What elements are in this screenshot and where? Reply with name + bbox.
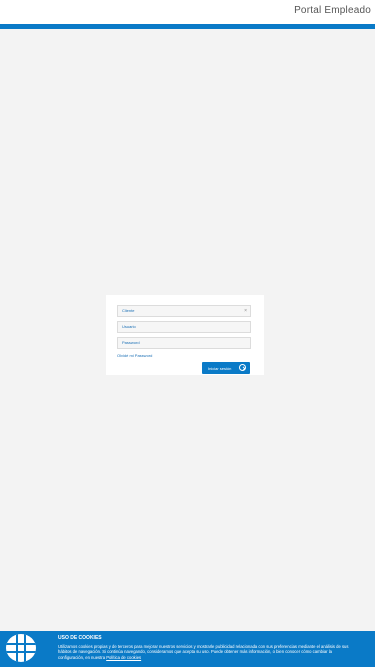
cookie-text: Utilizamos cookies propias y de terceros…	[58, 644, 358, 660]
arrow-right-circle-icon	[239, 364, 246, 371]
password-field[interactable]: Password	[117, 337, 251, 349]
client-placeholder: Cliente	[122, 308, 135, 313]
cookie-description: Utilizamos cookies propias y de terceros…	[58, 644, 349, 660]
forgot-password-link[interactable]: Olvidé mi Password	[117, 353, 152, 358]
login-button-label: Iniciar sesión	[208, 365, 232, 371]
login-button[interactable]: Iniciar sesión	[202, 362, 250, 374]
user-field[interactable]: Usuario	[117, 321, 251, 333]
top-header: Portal Empleado	[0, 0, 375, 24]
login-card: Cliente × Usuario Password Olvidé mi Pas…	[106, 295, 264, 375]
cookie-banner: USO DE COOKIES Utilizamos cookies propia…	[0, 631, 375, 667]
cookie-policy-link[interactable]: Política de cookies	[106, 655, 141, 660]
clear-icon[interactable]: ×	[244, 306, 247, 316]
password-placeholder: Password	[122, 340, 140, 345]
grid-logo-icon	[6, 634, 36, 662]
portal-title: Portal Empleado	[294, 5, 371, 16]
client-field[interactable]: Cliente ×	[117, 305, 251, 317]
header-accent-strip	[0, 24, 375, 29]
cookie-title: USO DE COOKIES	[58, 635, 102, 641]
user-placeholder: Usuario	[122, 324, 136, 329]
